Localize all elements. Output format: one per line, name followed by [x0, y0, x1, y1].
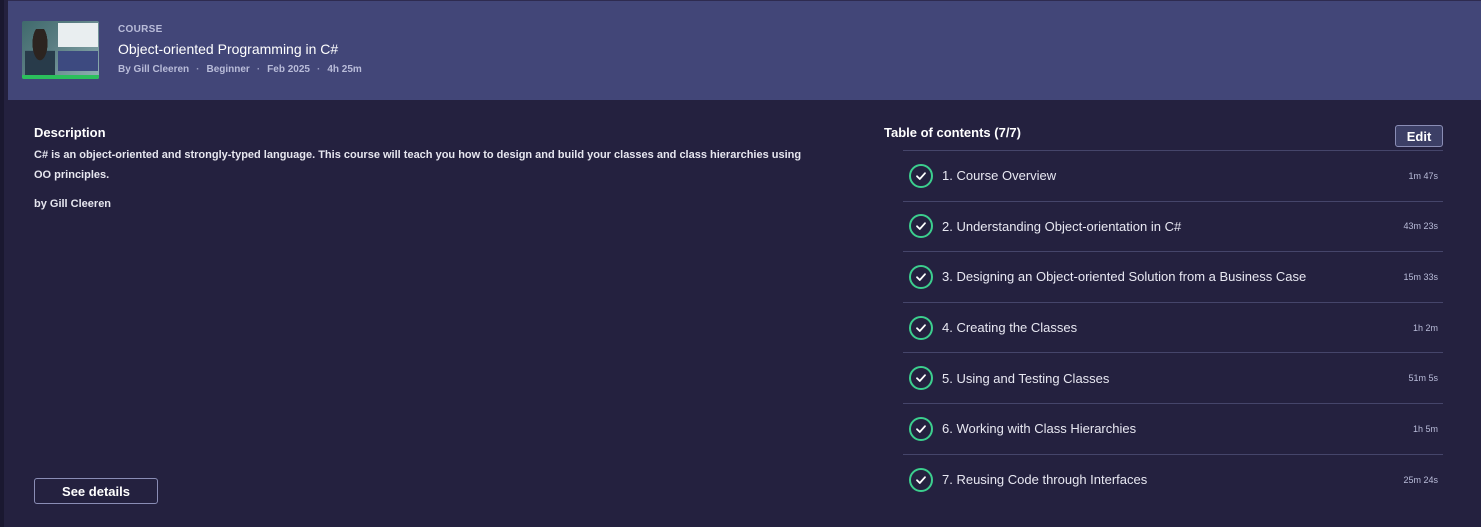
toc-item[interactable]: 4. Creating the Classes 1h 2m — [903, 303, 1443, 354]
course-duration: 4h 25m — [327, 64, 362, 75]
toc-item-duration: 43m 23s — [1403, 221, 1438, 232]
course-type-label: COURSE — [118, 24, 163, 35]
check-circle-icon — [909, 366, 933, 391]
course-header: COURSE Object-oriented Programming in C#… — [8, 0, 1481, 100]
check-circle-icon — [909, 163, 933, 188]
toc-item-title: 4. Creating the Classes — [942, 320, 1078, 336]
thumbnail-progress-bar — [22, 75, 99, 79]
course-page: COURSE Object-oriented Programming in C#… — [0, 0, 1481, 527]
toc-item-duration: 1h 2m — [1412, 322, 1438, 333]
toc-item[interactable]: 7. Reusing Code through Interfaces 25m 2… — [903, 455, 1443, 506]
course-meta: By Gill Cleeren · Beginner · Feb 2025 · … — [118, 64, 362, 75]
toc-item-title: 6. Working with Class Hierarchies — [942, 421, 1137, 437]
thumbnail-panel-dark — [58, 51, 98, 71]
thumbnail-person-image — [25, 29, 55, 77]
check-circle-icon — [909, 264, 933, 289]
toc-item-duration: 15m 33s — [1403, 271, 1438, 282]
toc-item[interactable]: 6. Working with Class Hierarchies 1h 5m — [903, 404, 1443, 455]
toc-item[interactable]: 1. Course Overview 1m 47s — [903, 151, 1443, 202]
toc-item-duration: 1m 47s — [1408, 170, 1438, 181]
toc-item-title: 7. Reusing Code through Interfaces — [942, 472, 1148, 488]
description-heading: Description — [34, 125, 106, 140]
toc-list: 1. Course Overview 1m 47s 2. Understandi… — [903, 150, 1443, 505]
toc-item-duration: 51m 5s — [1408, 373, 1438, 384]
thumbnail-panel — [58, 23, 98, 47]
toc-item-title: 2. Understanding Object-orientation in C… — [942, 218, 1182, 234]
toc-item[interactable]: 2. Understanding Object-orientation in C… — [903, 202, 1443, 253]
check-circle-icon — [909, 416, 933, 441]
meta-separator: · — [256, 64, 261, 75]
toc-item-title: 3. Designing an Object-oriented Solution… — [942, 269, 1307, 285]
toc-item[interactable]: 5. Using and Testing Classes 51m 5s — [903, 353, 1443, 404]
toc-item-title: 5. Using and Testing Classes — [942, 370, 1110, 386]
course-level: Beginner — [206, 64, 250, 75]
toc-heading: Table of contents (7/7) — [884, 125, 1021, 140]
toc-item-duration: 1h 5m — [1412, 423, 1438, 434]
toc-item[interactable]: 3. Designing an Object-oriented Solution… — [903, 252, 1443, 303]
toc-item-duration: 25m 24s — [1403, 474, 1438, 485]
course-author: By Gill Cleeren — [118, 64, 190, 75]
course-title: Object-oriented Programming in C# — [118, 41, 339, 57]
check-circle-icon — [909, 467, 933, 492]
check-circle-icon — [909, 315, 933, 340]
toc-item-title: 1. Course Overview — [942, 168, 1057, 184]
edit-button[interactable]: Edit — [1395, 125, 1443, 147]
course-date: Feb 2025 — [267, 64, 310, 75]
course-thumbnail[interactable] — [22, 21, 99, 79]
description-text: C# is an object-oriented and strongly-ty… — [34, 149, 802, 181]
meta-separator: · — [316, 64, 321, 75]
description-author: by Gill Cleeren — [34, 198, 112, 210]
meta-separator: · — [196, 64, 200, 75]
check-circle-icon — [909, 214, 933, 239]
see-details-button[interactable]: See details — [34, 478, 158, 504]
